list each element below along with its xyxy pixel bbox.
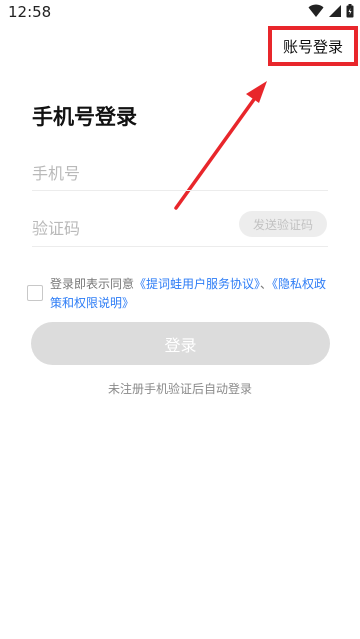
terms-link[interactable]: 《提词蛙用户服务协议》	[134, 277, 260, 291]
battery-icon	[346, 4, 354, 18]
wifi-icon	[308, 4, 324, 17]
agreement-prefix: 登录即表示同意	[50, 277, 135, 291]
page-title: 手机号登录	[32, 105, 137, 129]
account-login-button[interactable]: 账号登录	[268, 26, 358, 66]
send-code-button[interactable]: 发送验证码	[239, 211, 327, 237]
phone-input[interactable]	[32, 157, 328, 191]
status-icons	[308, 4, 354, 18]
agreement-separator: 、	[260, 277, 273, 291]
signal-icon	[329, 5, 341, 17]
status-bar: 12:58	[0, 0, 360, 26]
agreement-text: 登录即表示同意《提词蛙用户服务协议》、《隐私权政策和权限说明》	[50, 275, 335, 313]
auto-register-hint: 未注册手机验证后自动登录	[107, 382, 252, 396]
login-button[interactable]: 登录	[31, 322, 330, 365]
status-time: 12:58	[8, 3, 52, 21]
agreement-checkbox[interactable]	[27, 285, 43, 301]
account-login-label: 账号登录	[282, 37, 343, 56]
annotation-arrow	[174, 81, 267, 210]
